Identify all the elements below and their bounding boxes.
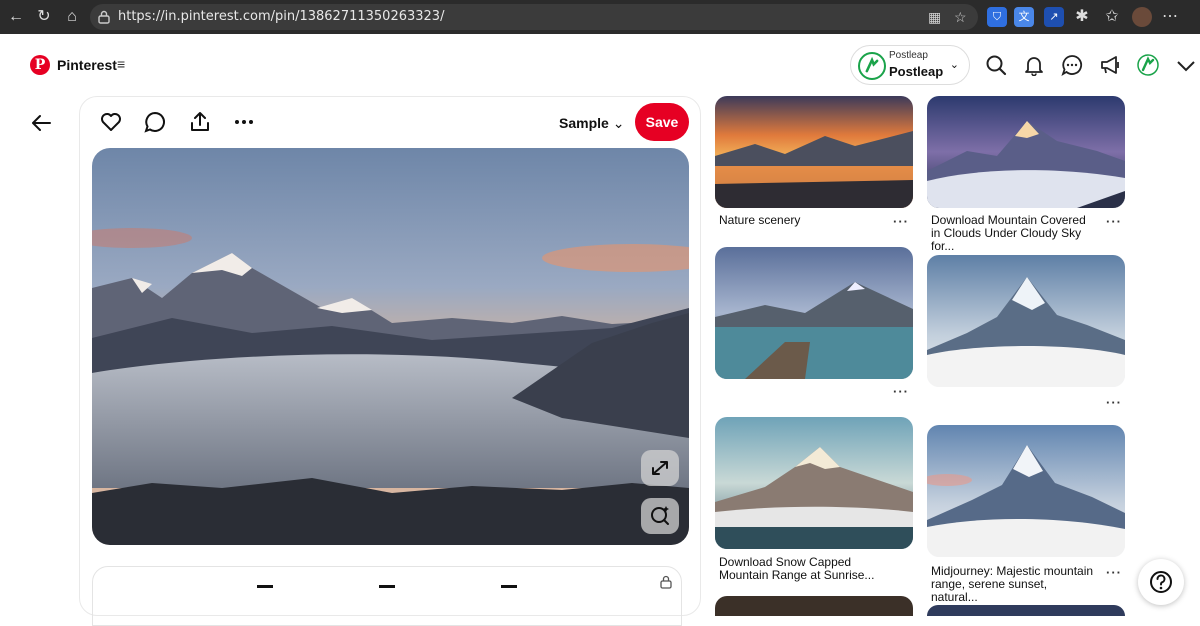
account-name: Postleap	[889, 64, 944, 79]
more-icon[interactable]: ···	[893, 214, 909, 229]
browser-back-icon[interactable]: ←	[6, 7, 26, 27]
related-pin-title[interactable]: Nature scenery	[719, 214, 884, 227]
expand-icon[interactable]	[641, 450, 679, 486]
help-icon	[1150, 571, 1172, 593]
account-label: Postleap	[889, 50, 928, 61]
favorites-icon[interactable]: ✩	[1102, 7, 1122, 27]
board-selector[interactable]: Sample ⌄	[559, 115, 624, 132]
url-text: https://in.pinterest.com/pin/13862711350…	[118, 9, 445, 24]
pin-details-panel	[92, 566, 682, 626]
more-icon[interactable]: ···	[1106, 565, 1122, 580]
related-pin-image[interactable]	[715, 96, 913, 208]
megaphone-icon[interactable]	[1099, 54, 1121, 76]
more-icon[interactable]: ···	[1106, 395, 1122, 410]
arrow-left-icon[interactable]	[30, 112, 52, 134]
more-icon[interactable]: ···	[1106, 214, 1122, 229]
placeholder-dash	[501, 585, 517, 588]
mountain-photo	[92, 148, 689, 545]
extension-translate-icon[interactable]: 文	[1014, 7, 1034, 27]
address-bar[interactable]: https://in.pinterest.com/pin/13862711350…	[90, 4, 978, 30]
pinterest-page: P Pinterest ≡ Postleap Postleap ⌄ Sample…	[0, 34, 1200, 626]
extensions-puzzle-icon[interactable]: ✱	[1072, 7, 1092, 27]
bell-icon[interactable]	[1023, 54, 1045, 76]
more-icon[interactable]	[232, 110, 256, 134]
heart-icon[interactable]	[99, 110, 123, 134]
chat-icon[interactable]	[1061, 54, 1083, 76]
lock-icon	[660, 575, 672, 589]
home-icon[interactable]: ⌂	[62, 7, 82, 27]
search-icon[interactable]	[985, 54, 1007, 76]
pinterest-logo-icon[interactable]: P	[30, 55, 50, 75]
extension-cursor-icon[interactable]: ↗	[1044, 7, 1064, 27]
share-icon[interactable]	[188, 110, 212, 134]
browser-toolbar: ← ↻ ⌂ https://in.pinterest.com/pin/13862…	[0, 0, 1200, 34]
comment-icon[interactable]	[143, 110, 167, 134]
related-pin-title[interactable]: Midjourney: Majestic mountain range, ser…	[931, 565, 1096, 604]
brand-name[interactable]: Pinterest	[57, 57, 117, 73]
browser-menu-icon[interactable]: ⋯	[1160, 7, 1180, 27]
related-pin-image[interactable]	[715, 596, 913, 616]
menu-icon[interactable]: ≡	[117, 56, 125, 72]
profile-avatar-icon[interactable]	[1132, 7, 1152, 27]
profile-avatar[interactable]	[1137, 54, 1159, 76]
account-switcher[interactable]: Postleap Postleap ⌄	[850, 45, 970, 85]
related-pin-title[interactable]: Download Mountain Covered in Clouds Unde…	[931, 214, 1096, 253]
board-name: Sample	[559, 115, 609, 131]
account-avatar	[858, 52, 886, 80]
chevron-down-icon: ⌄	[949, 59, 959, 71]
related-pin-image[interactable]	[927, 605, 1125, 616]
reload-icon[interactable]: ↻	[34, 7, 54, 27]
related-pin-image[interactable]	[715, 417, 913, 549]
placeholder-dash	[257, 585, 273, 588]
lock-icon	[98, 10, 110, 24]
app-available-icon[interactable]: ▦	[928, 9, 941, 26]
more-icon[interactable]: ···	[893, 384, 909, 399]
related-pin-image[interactable]	[927, 425, 1125, 557]
chevron-down-icon[interactable]	[1175, 54, 1197, 76]
related-pin-image[interactable]	[927, 255, 1125, 387]
related-pin-image[interactable]	[927, 96, 1125, 208]
pin-image[interactable]	[92, 148, 689, 545]
related-pin-title[interactable]: Download Snow Capped Mountain Range at S…	[719, 556, 884, 582]
visual-search-icon[interactable]	[641, 498, 679, 534]
help-button[interactable]	[1138, 559, 1184, 605]
save-button[interactable]: Save	[635, 103, 689, 141]
chevron-down-icon: ⌄	[612, 115, 625, 131]
related-pin-image[interactable]	[715, 247, 913, 379]
placeholder-dash	[379, 585, 395, 588]
extension-shield-icon[interactable]: ⛉	[987, 7, 1007, 27]
favorite-star-icon[interactable]: ☆	[954, 9, 967, 26]
